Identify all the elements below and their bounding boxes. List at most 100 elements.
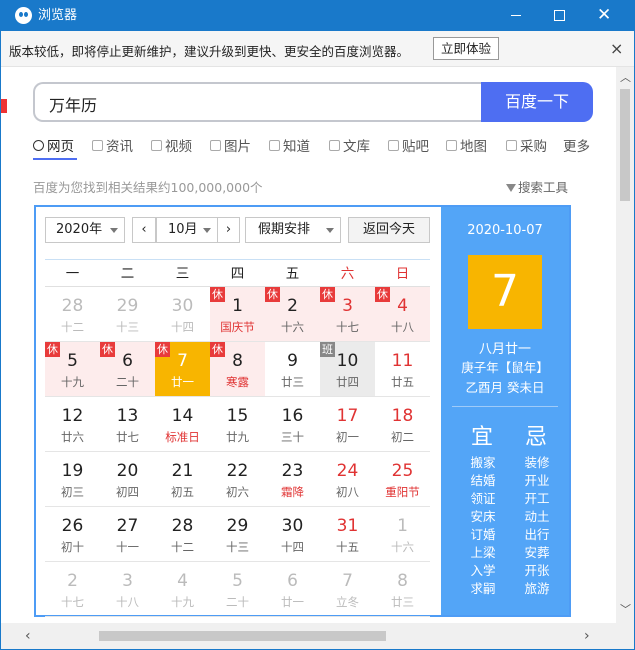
suitable-item: 搬家 (470, 455, 496, 470)
day-cell[interactable]: 12 廿六 (45, 397, 100, 452)
day-cell[interactable]: 29 十三 (210, 507, 265, 562)
avoid-item: 装修 (524, 455, 550, 470)
day-cell[interactable]: 5 二十 (210, 562, 265, 617)
day-cell[interactable]: 1 十六 (375, 507, 430, 562)
day-cell[interactable]: 15 廿九 (210, 397, 265, 452)
scroll-right-icon[interactable]: › (584, 628, 590, 644)
day-cell[interactable]: 休 5 十九 (45, 342, 100, 397)
month-select[interactable]: 10月 (156, 217, 218, 243)
day-cell[interactable]: 26 初十 (45, 507, 100, 562)
tab-label: 视频 (165, 139, 192, 155)
day-number: 11 (391, 351, 414, 371)
tab-label: 采购 (520, 139, 547, 155)
day-cell[interactable]: 16 三十 (265, 397, 320, 452)
scroll-up-icon[interactable]: ︿ (620, 72, 631, 83)
browser-window: 浏览器 ✕ 版本较低，即将停止更新维护，建议升级到更快、更安全的百度浏览器。 立… (0, 0, 635, 650)
day-cell[interactable]: 25 重阳节 (375, 452, 430, 507)
lunar-label: 十四 (171, 320, 194, 334)
day-cell[interactable]: 休 1 国庆节 (210, 287, 265, 342)
search-tools-button[interactable]: 搜索工具 (506, 177, 568, 196)
day-cell[interactable]: 3 十八 (100, 562, 155, 617)
selected-year-text: 庚子年【鼠年】 (461, 360, 549, 375)
chevron-down-icon (203, 228, 211, 233)
day-cell[interactable]: 29 十三 (100, 287, 155, 342)
day-number: 28 (61, 296, 84, 316)
horizontal-scrollbar[interactable]: ‹ › (1, 623, 634, 649)
day-cell[interactable]: 27 十一 (100, 507, 155, 562)
calendar-main: 2020年 ‹ 10月 › 假期安排 返回今天 一二三四五六日 28 十二 29 十三… (36, 207, 441, 617)
day-cell[interactable]: 7 立冬 (320, 562, 375, 617)
tab-video[interactable]: 视频 (151, 135, 192, 155)
search-button[interactable]: 百度一下 (481, 82, 593, 122)
holiday-select[interactable]: 假期安排 (245, 217, 341, 243)
day-cell[interactable]: 休 8 寒露 (210, 342, 265, 397)
day-number: 2 (67, 571, 78, 591)
tab-map[interactable]: 地图 (446, 135, 487, 155)
vertical-scrollbar[interactable]: ︿ ﹀ (616, 67, 634, 623)
weekday-label: 五 (285, 266, 300, 282)
day-cell[interactable]: 14 标准日 (155, 397, 210, 452)
day-cell[interactable]: 22 初六 (210, 452, 265, 507)
day-cell[interactable]: 23 霜降 (265, 452, 320, 507)
day-number: 2 (287, 296, 298, 316)
avoid-label: 忌 (525, 425, 548, 450)
day-cell[interactable]: 9 廿三 (265, 342, 320, 397)
close-button[interactable]: ✕ (582, 1, 628, 31)
weekday-label: 三 (175, 266, 190, 282)
tab-doc[interactable]: 文库 (329, 135, 370, 155)
day-cell-selected[interactable]: 休 7 廿一 (155, 342, 210, 397)
scroll-left-icon[interactable]: ‹ (25, 628, 31, 644)
day-number: 20 (116, 461, 139, 481)
day-cell[interactable]: 6 廿一 (265, 562, 320, 617)
day-cell[interactable]: 休 6 二十 (100, 342, 155, 397)
day-cell[interactable]: 13 廿七 (100, 397, 155, 452)
day-cell[interactable]: 8 廿三 (375, 562, 430, 617)
day-cell[interactable]: 30 十四 (155, 287, 210, 342)
day-cell[interactable]: 休 4 十八 (375, 287, 430, 342)
tab-more[interactable]: 更多 (563, 135, 590, 155)
day-cell[interactable]: 11 廿五 (375, 342, 430, 397)
day-cell[interactable]: 休 3 十七 (320, 287, 375, 342)
day-cell[interactable]: 21 初五 (155, 452, 210, 507)
notice-close-icon[interactable]: × (610, 39, 623, 58)
scroll-down-icon[interactable]: ﹀ (620, 604, 631, 615)
tab-cart[interactable]: 采购 (506, 135, 547, 155)
tab-image[interactable]: 图片 (210, 135, 251, 155)
day-cell[interactable]: 18 初二 (375, 397, 430, 452)
year-select[interactable]: 2020年 (45, 217, 125, 243)
day-cell[interactable]: 班 10 廿四 (320, 342, 375, 397)
prev-month-button[interactable]: ‹ (132, 217, 156, 243)
tab-tieba[interactable]: 贴吧 (388, 135, 429, 155)
day-cell[interactable]: 24 初八 (320, 452, 375, 507)
day-number: 8 (232, 351, 243, 371)
vertical-scroll-thumb[interactable] (620, 89, 630, 201)
suitable-item: 入学 (470, 563, 496, 578)
day-cell[interactable]: 20 初四 (100, 452, 155, 507)
day-cell[interactable]: 30 十四 (265, 507, 320, 562)
next-month-button[interactable]: › (217, 217, 240, 243)
search-input[interactable]: 万年历 (33, 82, 483, 122)
maximize-button[interactable] (536, 1, 582, 31)
day-cell[interactable]: 2 十七 (45, 562, 100, 617)
lunar-label: 廿一 (281, 595, 304, 609)
day-cell[interactable]: 31 十五 (320, 507, 375, 562)
tab-news[interactable]: 资讯 (92, 135, 133, 155)
lunar-label: 十九 (171, 595, 194, 609)
day-cell[interactable]: 19 初三 (45, 452, 100, 507)
day-cell[interactable]: 休 2 十六 (265, 287, 320, 342)
minimize-button[interactable] (494, 1, 540, 31)
horizontal-scroll-thumb[interactable] (99, 631, 386, 641)
day-cell[interactable]: 28 十二 (45, 287, 100, 342)
back-to-today-button[interactable]: 返回今天 (348, 217, 430, 243)
try-now-button[interactable]: 立即体验 (433, 37, 499, 60)
day-cell[interactable]: 4 十九 (155, 562, 210, 617)
day-number: 7 (342, 571, 353, 591)
day-number: 23 (281, 461, 304, 481)
tab-question[interactable]: 知道 (269, 135, 310, 155)
title-bar[interactable]: 浏览器 ✕ (1, 1, 634, 31)
day-number: 13 (116, 406, 139, 426)
tab-search[interactable]: 网页 (33, 135, 74, 155)
day-cell[interactable]: 28 十二 (155, 507, 210, 562)
day-cell[interactable]: 17 初一 (320, 397, 375, 452)
day-number: 1 (232, 296, 243, 316)
